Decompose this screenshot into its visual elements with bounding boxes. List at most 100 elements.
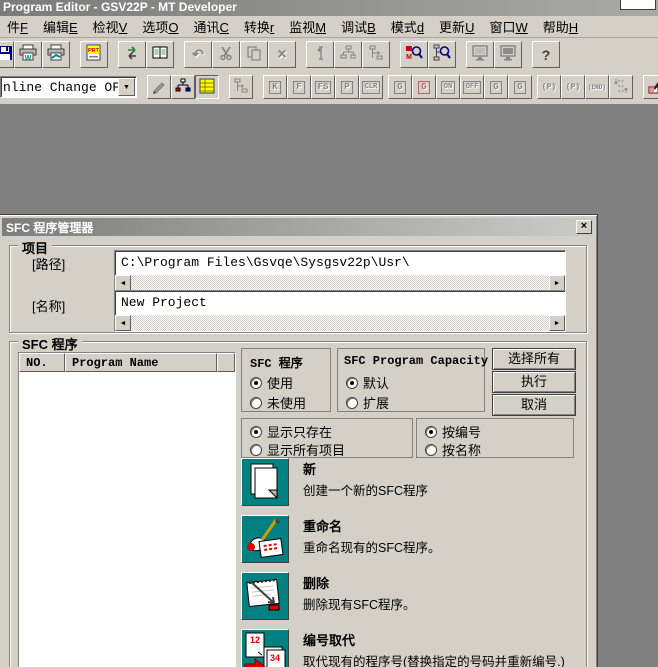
menu-help[interactable]: 帮助H xyxy=(537,15,587,39)
sort-box: 按编号 按名称 xyxy=(416,418,574,458)
program-edit-button[interactable] xyxy=(643,75,658,99)
pen-form-icon xyxy=(647,78,658,97)
save-button[interactable] xyxy=(0,41,14,68)
menu-options[interactable]: 选项O xyxy=(136,15,187,39)
pointer-up-button[interactable]: (P) xyxy=(561,75,585,99)
scroll-right-button[interactable]: ► xyxy=(549,315,565,331)
new-program-icon[interactable] xyxy=(241,458,289,506)
symbol-g3-button[interactable]: G xyxy=(484,75,508,99)
pointer-down-button[interactable]: (P) xyxy=(537,75,561,99)
sfc-branch-insert-button[interactable] xyxy=(334,41,362,68)
book-icon xyxy=(151,44,169,65)
dialog-close-button[interactable]: × xyxy=(576,220,592,234)
find-structure-button[interactable] xyxy=(428,41,456,68)
symbol-k-button[interactable]: K xyxy=(263,75,287,99)
radio-default[interactable]: 默认 xyxy=(346,373,389,392)
step-jump-button[interactable] xyxy=(609,75,633,99)
convert-button[interactable] xyxy=(118,41,146,68)
print-setup-button[interactable]: PRT xyxy=(80,41,108,68)
monitor-dark-icon xyxy=(499,44,517,65)
menu-file[interactable]: 件F xyxy=(1,15,37,39)
symbol-g1-button[interactable]: G xyxy=(388,75,412,99)
program-list[interactable]: NO. Program Name xyxy=(18,352,236,667)
menu-convert[interactable]: 转换r xyxy=(238,15,283,39)
scroll-left-button[interactable]: ◄ xyxy=(115,315,131,331)
program-list-body[interactable] xyxy=(19,372,235,667)
column-program-name[interactable]: Program Name xyxy=(65,353,217,372)
help-button[interactable]: ? xyxy=(532,41,560,68)
action-list: 新 创建一个新的SFC程序 重命名 重命名现有的SFC程序。 xyxy=(241,458,593,667)
sfc-diagram-button[interactable] xyxy=(171,75,195,99)
undo-icon: ↶ xyxy=(192,46,204,63)
cancel-button[interactable]: 取消 xyxy=(492,394,576,416)
symbol-clr-button[interactable]: CLR xyxy=(359,75,383,99)
symbol-p-button[interactable]: P xyxy=(335,75,359,99)
delete-program-icon[interactable] xyxy=(241,572,289,620)
path-field[interactable]: C:\Program Files\Gsvqe\Sysgsv22p\Usr\ ◄ … xyxy=(114,250,566,292)
sfc-step-insert-button[interactable] xyxy=(306,41,334,68)
dropdown-button[interactable]: ▼ xyxy=(118,78,135,96)
symbol-on-button[interactable]: ON xyxy=(436,75,460,99)
sfc-transfer-button[interactable] xyxy=(229,75,253,99)
find-motion-button[interactable]: M xyxy=(400,41,428,68)
scroll-right-button[interactable]: ► xyxy=(549,275,565,291)
radio-icon xyxy=(425,444,437,456)
program-list-button[interactable] xyxy=(195,75,219,99)
menu-monitor[interactable]: 监视M xyxy=(283,15,335,39)
undo-button[interactable]: ↶ xyxy=(184,41,212,68)
print-preview-button[interactable] xyxy=(42,41,70,68)
menu-update[interactable]: 更新U xyxy=(433,15,483,39)
column-blank[interactable] xyxy=(217,353,235,372)
yellow-grid-icon xyxy=(199,78,215,97)
monitor-stop-button[interactable] xyxy=(494,41,522,68)
edit-mode-button[interactable] xyxy=(147,75,171,99)
radio-show-all[interactable]: 显示所有项目 xyxy=(250,440,345,459)
window-title: Program Editor - GSV22P - MT Developer xyxy=(3,0,237,14)
delete-button[interactable]: × xyxy=(268,41,296,68)
scroll-left-button[interactable]: ◄ xyxy=(115,275,131,291)
print-button[interactable]: W xyxy=(14,41,42,68)
execute-button[interactable]: 执行 xyxy=(492,371,576,393)
path-scrollbar[interactable]: ◄ ► xyxy=(115,275,565,291)
radio-used[interactable]: 使用 xyxy=(250,373,293,392)
action-new: 新 创建一个新的SFC程序 xyxy=(241,458,593,506)
scroll-left-icon: ◄ xyxy=(120,320,127,327)
action-title: 编号取代 xyxy=(303,630,565,649)
sfc-transition-insert-button[interactable] xyxy=(362,41,390,68)
select-all-button[interactable]: 选择所有 xyxy=(492,348,576,370)
sfc-usage-title: SFC 程序 xyxy=(250,354,303,371)
menu-debug[interactable]: 调试B xyxy=(335,15,385,39)
radio-by-name[interactable]: 按名称 xyxy=(425,440,481,459)
menu-view[interactable]: 检视V xyxy=(87,15,137,39)
radio-extend[interactable]: 扩展 xyxy=(346,393,389,412)
copy-button[interactable] xyxy=(240,41,268,68)
action-renumber: 1234 编号取代 取代现有的程序号(替换指定的号码并重新编号.) xyxy=(241,629,593,667)
cut-button[interactable] xyxy=(212,41,240,68)
swap-arrows-icon xyxy=(124,45,140,64)
radio-by-number[interactable]: 按编号 xyxy=(425,422,481,441)
name-scrollbar[interactable]: ◄ ► xyxy=(115,315,565,331)
symbol-off-button[interactable]: OFF xyxy=(460,75,484,99)
symbol-g4-button[interactable]: G xyxy=(508,75,532,99)
menu-bar: 件F 编辑E 检视V 选项O 通讯C 转换r 监视M 调试B 模式d 更新U 窗… xyxy=(0,16,658,38)
column-no[interactable]: NO. xyxy=(19,353,65,372)
name-field[interactable]: New Project ◄ ► xyxy=(114,290,566,332)
radio-show-existing[interactable]: 显示只存在 xyxy=(250,422,332,441)
symbol-fs-button[interactable]: FS xyxy=(311,75,335,99)
online-change-dropdown[interactable]: nline Change OFF ▼ xyxy=(0,76,137,98)
menu-window[interactable]: 窗口W xyxy=(483,15,536,39)
symbol-f-button[interactable]: F xyxy=(287,75,311,99)
display-filter-box: 显示只存在 显示所有项目 xyxy=(241,418,413,458)
menu-communication[interactable]: 通讯C xyxy=(187,15,237,39)
scissors-icon xyxy=(218,45,234,64)
rename-icon[interactable] xyxy=(241,515,289,563)
monitor-start-button[interactable] xyxy=(466,41,494,68)
mdi-workspace: SFC 程序管理器 × 项目 [路径] C:\Program Files\Gsv… xyxy=(0,104,658,667)
end-step-button[interactable]: (END) xyxy=(585,75,609,99)
symbol-g2-button[interactable]: G xyxy=(412,75,436,99)
menu-edit[interactable]: 编辑E xyxy=(37,15,87,39)
renumber-icon[interactable]: 1234 xyxy=(241,629,289,667)
radio-unused[interactable]: 未使用 xyxy=(250,393,306,412)
project-copy-button[interactable] xyxy=(146,41,174,68)
menu-mode[interactable]: 模式d xyxy=(385,15,433,39)
